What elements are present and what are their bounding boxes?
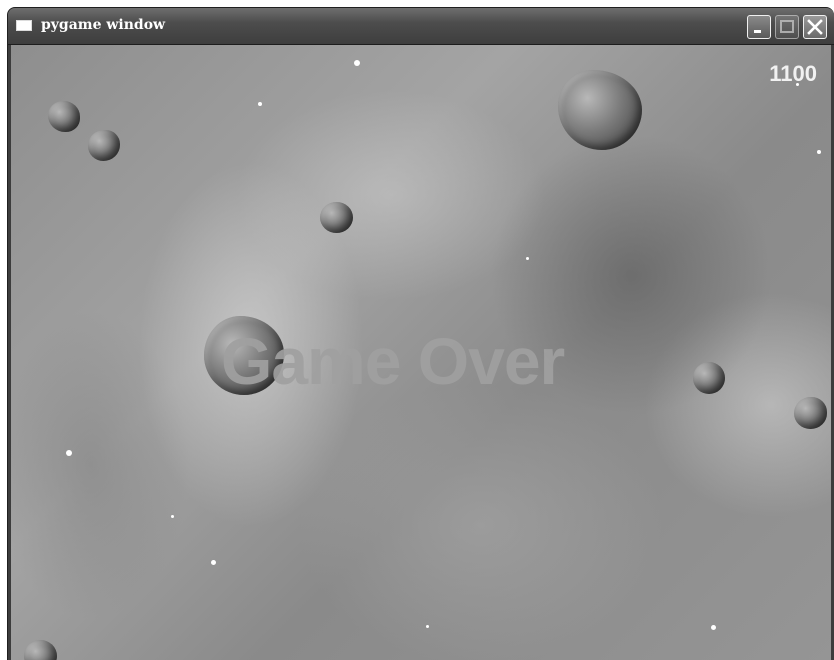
score-display: 1100	[769, 61, 817, 86]
maximize-button[interactable]	[775, 15, 799, 39]
asteroid	[794, 397, 827, 429]
star	[426, 625, 429, 628]
star	[258, 102, 262, 106]
game-over-text: Game Over	[221, 324, 565, 398]
close-icon	[807, 19, 823, 35]
asteroid	[24, 640, 57, 660]
star	[211, 560, 216, 565]
asteroid	[320, 202, 353, 233]
asteroid	[558, 70, 642, 150]
pygame-window: pygame window 1100 Game Over	[7, 7, 834, 660]
minimize-icon	[754, 30, 761, 33]
star	[171, 515, 174, 518]
maximize-icon	[780, 20, 794, 33]
title-bar[interactable]: pygame window	[8, 8, 834, 45]
game-canvas[interactable]: 1100 Game Over	[11, 45, 831, 660]
close-button[interactable]	[803, 15, 827, 39]
window-icon	[16, 20, 32, 31]
star	[66, 450, 72, 456]
asteroid	[88, 130, 120, 161]
window-title: pygame window	[41, 17, 166, 33]
star	[354, 60, 360, 66]
minimize-button[interactable]	[747, 15, 771, 39]
asteroid	[693, 362, 725, 394]
star	[711, 625, 716, 630]
star	[526, 257, 529, 260]
asteroid	[48, 101, 80, 132]
star	[817, 150, 821, 154]
